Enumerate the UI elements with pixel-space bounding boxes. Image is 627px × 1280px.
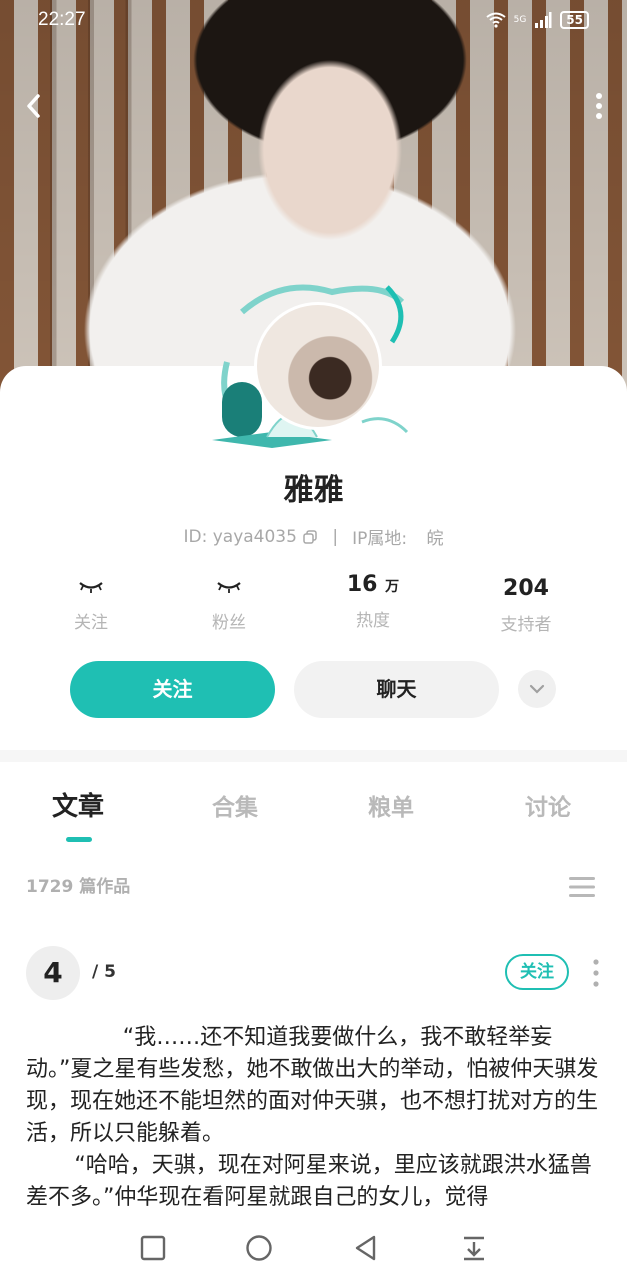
stat-heat: 16 万 热度 bbox=[318, 572, 428, 631]
avatar-image bbox=[254, 302, 382, 430]
stat-fans[interactable]: 粉丝 bbox=[174, 572, 284, 633]
user-id: ID: yaya4035 bbox=[183, 527, 318, 547]
more-icon[interactable] bbox=[593, 88, 605, 124]
profile-meta: ID: yaya4035 | IP属地: 皖 bbox=[0, 524, 627, 550]
tab-discussion[interactable]: 讨论 bbox=[498, 788, 598, 822]
user-id-text: ID: yaya4035 bbox=[183, 526, 297, 547]
follow-button[interactable]: 关注 bbox=[70, 661, 275, 718]
heat-unit: 万 bbox=[385, 579, 400, 595]
follow-pill-button[interactable]: 关注 bbox=[505, 954, 569, 990]
signal-icon bbox=[535, 12, 552, 28]
works-count: 1729 篇作品 bbox=[26, 877, 131, 897]
eye-closed-icon bbox=[79, 582, 103, 593]
square-nav-icon[interactable] bbox=[139, 1234, 167, 1262]
tab-indicator bbox=[66, 837, 92, 842]
chapter-current: 4 bbox=[26, 946, 80, 1000]
back-nav-icon[interactable] bbox=[352, 1234, 380, 1262]
chat-button[interactable]: 聊天 bbox=[294, 661, 499, 718]
kebab-icon[interactable] bbox=[592, 958, 600, 988]
download-nav-icon[interactable] bbox=[460, 1234, 488, 1262]
status-indicators: 5G 55 bbox=[485, 11, 589, 29]
chapter-total: / 5 bbox=[92, 962, 116, 982]
list-icon[interactable] bbox=[569, 875, 595, 899]
wifi-icon bbox=[485, 12, 506, 28]
works-header: 1729 篇作品 bbox=[26, 872, 601, 902]
eye-closed-icon bbox=[217, 582, 241, 593]
stat-value: 16 万 bbox=[318, 572, 428, 602]
stat-label: 热度 bbox=[356, 611, 390, 631]
network-type: 5G bbox=[513, 15, 527, 25]
battery-indicator: 55 bbox=[560, 11, 589, 29]
article-paragraph: “哈哈，天骐，现在对阿星来说，里应该就跟洪水猛兽差不多。”仲华现在看阿星就跟自己… bbox=[26, 1153, 592, 1210]
tab-collections[interactable]: 合集 bbox=[185, 788, 285, 822]
status-time: 22:27 bbox=[38, 9, 86, 30]
ip-label: IP属地: bbox=[352, 529, 408, 549]
copy-icon[interactable] bbox=[302, 529, 318, 545]
stat-supporters[interactable]: 204 支持者 bbox=[471, 572, 581, 635]
chevron-down-icon bbox=[529, 684, 545, 694]
profile-name: 雅雅 bbox=[283, 473, 344, 508]
article-body: “我……还不知道我要做什么，我不敢轻举妄动。”夏之星有些发愁，她不敢做出大的举动… bbox=[26, 1022, 604, 1212]
back-icon[interactable] bbox=[20, 88, 50, 124]
system-nav-bar bbox=[0, 1212, 627, 1280]
stat-label: 关注 bbox=[74, 613, 108, 633]
meta-separator: | bbox=[332, 526, 339, 547]
ip-location: IP属地: 皖 bbox=[352, 524, 443, 549]
stat-label: 粉丝 bbox=[212, 613, 246, 633]
stat-following[interactable]: 关注 bbox=[36, 572, 146, 633]
status-bar: 22:27 5G 55 bbox=[0, 0, 627, 40]
expand-button[interactable] bbox=[518, 670, 556, 708]
profile-stats: 关注 粉丝 16 万 热度 204 支持者 bbox=[0, 572, 627, 642]
heat-number: 16 bbox=[346, 572, 378, 597]
content-tabs: 文章 合集 粮单 讨论 bbox=[0, 780, 627, 842]
tab-articles[interactable]: 文章 bbox=[28, 786, 128, 823]
top-nav bbox=[0, 82, 627, 130]
stat-value: 204 bbox=[503, 576, 549, 601]
circle-nav-icon[interactable] bbox=[245, 1234, 273, 1262]
chapter-header: 4 / 5 关注 bbox=[26, 946, 601, 1002]
tab-lists[interactable]: 粮单 bbox=[341, 788, 441, 822]
article-paragraph: “我……还不知道我要做什么，我不敢轻举妄动。”夏之星有些发愁，她不敢做出大的举动… bbox=[26, 1025, 599, 1146]
avatar[interactable] bbox=[212, 272, 412, 452]
stat-label: 支持者 bbox=[500, 615, 552, 635]
section-divider bbox=[0, 750, 627, 762]
ip-value: 皖 bbox=[426, 529, 444, 549]
